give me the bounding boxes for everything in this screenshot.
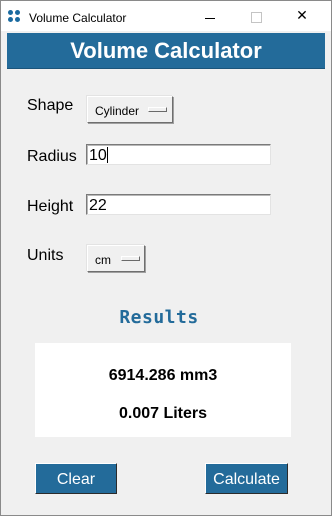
header-banner: Volume Calculator [7,33,325,69]
close-button[interactable]: ✕ [279,1,325,31]
app-window: Volume Calculator ✕ Volume Calculator Sh… [0,0,332,516]
minimize-button[interactable] [187,1,233,31]
calculate-button[interactable]: Calculate [205,463,288,494]
dropdown-indicator-icon [121,256,140,261]
radius-input-value: 10 [89,147,107,164]
units-label: Units [27,247,64,264]
maximize-icon [251,12,262,23]
close-icon: ✕ [296,8,308,24]
height-input-value: 22 [89,197,107,214]
height-label: Height [27,198,74,215]
maximize-button[interactable] [233,1,279,31]
shape-select[interactable]: Cylinder [87,96,173,123]
results-panel: 6914.286 mm3 0.007 Liters [35,343,291,437]
window-title: Volume Calculator [29,11,127,25]
text-cursor [106,147,108,163]
title-bar[interactable]: Volume Calculator ✕ [1,1,331,31]
results-title: Results [119,307,199,328]
dropdown-indicator-icon [148,107,167,112]
height-input[interactable]: 22 [86,194,271,215]
radius-label: Radius [27,148,77,165]
minimize-icon [205,18,215,19]
app-dots-icon [8,10,21,23]
radius-input[interactable]: 10 [86,144,271,165]
units-select-value: cm [95,253,111,267]
result-volume-liters: 0.007 Liters [118,405,208,422]
result-volume-mm3: 6914.286 mm3 [108,367,218,384]
shape-select-value: Cylinder [95,104,140,118]
units-select[interactable]: cm [87,245,145,272]
shape-label: Shape [27,97,74,114]
clear-button[interactable]: Clear [35,463,117,494]
